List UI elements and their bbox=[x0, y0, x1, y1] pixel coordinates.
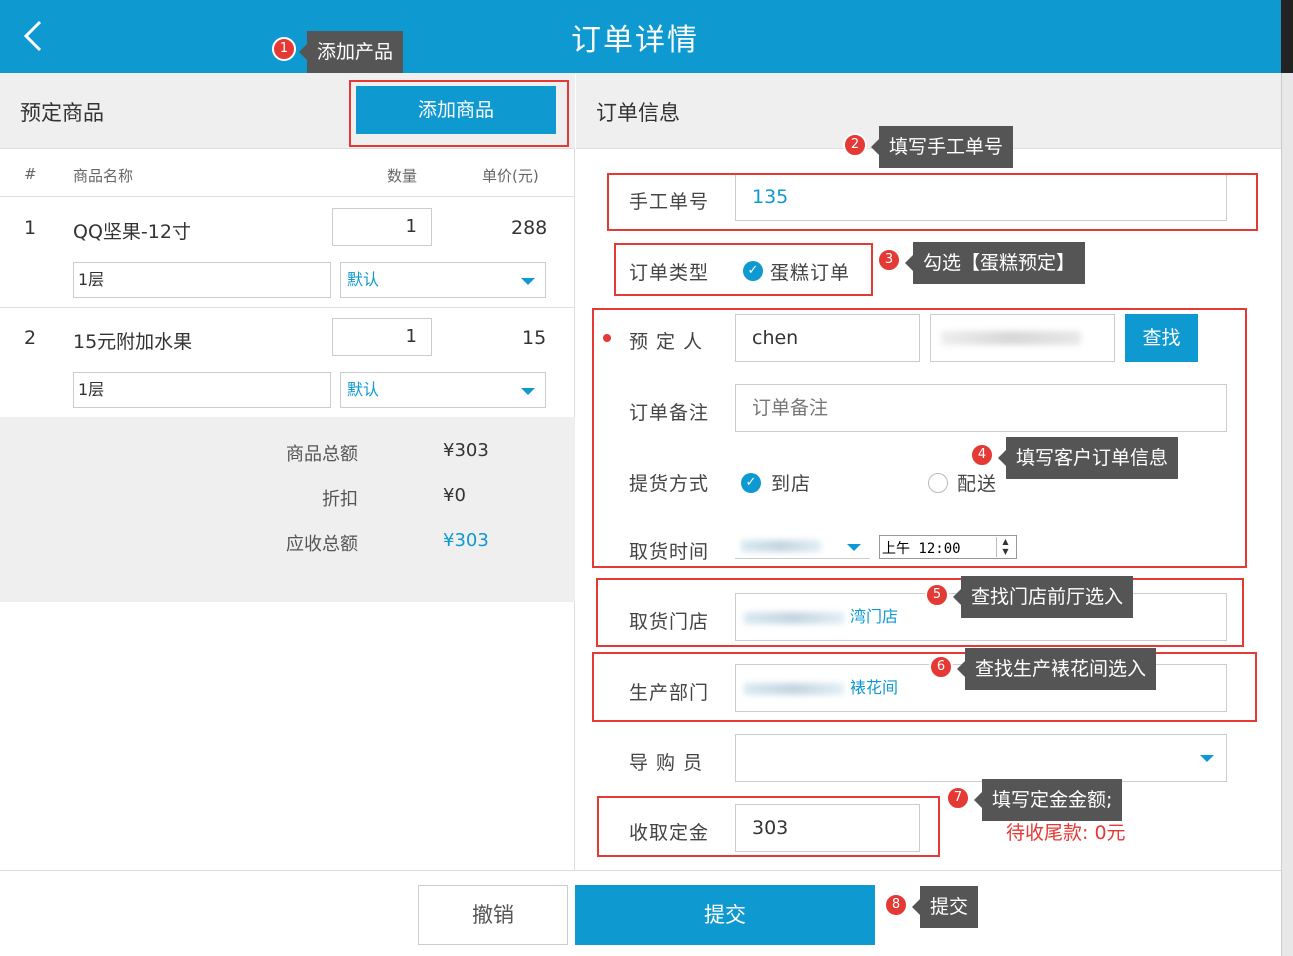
annotation-tooltip: 填写定金金额; bbox=[973, 779, 1123, 821]
summary-label: 商品总额 bbox=[286, 444, 358, 465]
annotation-box-production-dept bbox=[592, 652, 1257, 722]
total-receivable-value: ¥303 bbox=[443, 530, 489, 551]
quantity-input[interactable]: 1 bbox=[332, 318, 432, 356]
row-divider bbox=[0, 307, 575, 308]
annotation-badge: 8 bbox=[884, 893, 908, 917]
product-panel-title: 预定商品 bbox=[20, 101, 104, 125]
annotation-tooltip: 填写手工单号 bbox=[870, 126, 1014, 168]
product-name: 15元附加水果 bbox=[73, 331, 193, 353]
column-header-price: 单价(元) bbox=[482, 167, 539, 185]
annotation-box-order-type bbox=[614, 243, 873, 296]
column-header-qty: 数量 bbox=[387, 167, 418, 185]
summary-label: 折扣 bbox=[322, 489, 358, 510]
balance-due-text: 待收尾款: 0元 bbox=[1006, 822, 1126, 844]
option-select-value: 默认 bbox=[347, 270, 380, 289]
annotation-tooltip: 查找生产裱花间选入 bbox=[956, 648, 1157, 690]
annotation-badge: 3 bbox=[877, 248, 901, 272]
option-select-value: 默认 bbox=[347, 380, 380, 399]
annotation-badge: 5 bbox=[925, 583, 949, 607]
annotation-tooltip: 添加产品 bbox=[298, 31, 404, 73]
submit-button[interactable]: 提交 bbox=[575, 885, 875, 945]
annotation-box-pickup-store bbox=[596, 578, 1244, 647]
annotation-badge: 4 bbox=[970, 443, 994, 467]
annotation-tooltip: 提交 bbox=[911, 886, 979, 928]
chevron-down-icon bbox=[1200, 755, 1214, 762]
column-header-name: 商品名称 bbox=[73, 167, 134, 185]
annotation-badge: 2 bbox=[843, 133, 867, 157]
summary-label: 应收总额 bbox=[286, 534, 358, 555]
summary-value: ¥0 bbox=[443, 485, 466, 506]
annotation-box-deposit bbox=[597, 796, 940, 857]
unit-price: 15 bbox=[522, 327, 547, 349]
annotation-tooltip: 填写客户订单信息 bbox=[997, 437, 1179, 479]
unit-price: 288 bbox=[511, 217, 548, 239]
page-title: 订单详情 bbox=[571, 23, 699, 58]
layer-input[interactable]: 1层 bbox=[73, 262, 331, 298]
summary-value: ¥303 bbox=[443, 440, 489, 461]
product-name: QQ坚果-12寸 bbox=[73, 221, 191, 243]
annotation-box-manual-no bbox=[607, 173, 1258, 231]
footer-divider bbox=[0, 870, 1281, 871]
right-edge-strip-dark bbox=[1281, 0, 1293, 73]
chevron-down-icon bbox=[521, 278, 535, 285]
guide-select[interactable] bbox=[735, 734, 1227, 782]
order-info-title: 订单信息 bbox=[596, 101, 680, 125]
annotation-tooltip: 查找门店前厅选入 bbox=[952, 576, 1134, 618]
quantity-input[interactable]: 1 bbox=[332, 208, 432, 246]
row-index: 1 bbox=[24, 217, 37, 239]
guide-label: 导 购 员 bbox=[629, 752, 704, 774]
column-header-index: # bbox=[24, 165, 37, 183]
layer-input[interactable]: 1层 bbox=[73, 372, 331, 408]
option-select[interactable]: 默认 bbox=[340, 372, 546, 408]
annotation-box-add-product bbox=[349, 80, 569, 147]
right-edge-strip bbox=[1281, 0, 1293, 956]
chevron-down-icon bbox=[521, 388, 535, 395]
annotation-badge: 7 bbox=[946, 786, 970, 810]
option-select[interactable]: 默认 bbox=[340, 262, 546, 298]
cancel-button[interactable]: 撤销 bbox=[418, 885, 568, 945]
annotation-badge: 1 bbox=[272, 37, 296, 61]
annotation-tooltip: 勾选【蛋糕预定】 bbox=[904, 242, 1086, 284]
row-index: 2 bbox=[24, 327, 37, 349]
annotation-badge: 6 bbox=[929, 655, 953, 679]
table-header-divider bbox=[0, 196, 575, 197]
